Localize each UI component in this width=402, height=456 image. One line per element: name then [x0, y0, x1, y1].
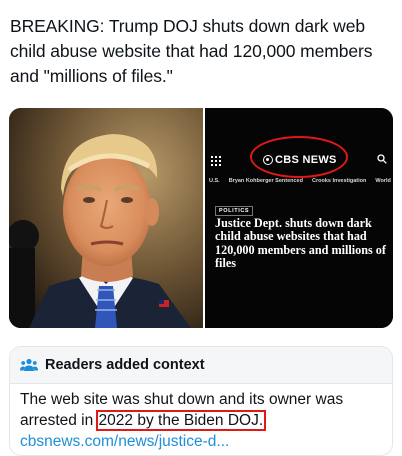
nav-item-us[interactable]: U.S. [209, 178, 220, 184]
politics-tag: POLITICS [215, 206, 254, 216]
post-text: BREAKING: Trump DOJ shuts down dark web … [10, 16, 373, 86]
community-note-card: Readers added context The web site was s… [9, 346, 393, 456]
nav-item-crooks[interactable]: Crooks Investigation [312, 178, 366, 184]
post-media[interactable]: CBS NEWS U.S. Bryan Kohberger Sentenced … [9, 108, 393, 328]
note-source-link[interactable]: cbsnews.com/news/justice-d... [20, 433, 229, 450]
community-note-header: Readers added context [10, 347, 392, 384]
cbs-news-screenshot[interactable]: CBS NEWS U.S. Bryan Kohberger Sentenced … [205, 108, 393, 328]
people-icon [20, 358, 38, 371]
community-note-body: The web site was shut down and its owner… [10, 384, 392, 452]
nav-item-world[interactable]: World [375, 178, 390, 184]
search-icon [377, 154, 387, 164]
nav-item-kohberger[interactable]: Bryan Kohberger Sentenced [229, 178, 303, 184]
red-annotation-oval [250, 136, 348, 178]
portrait-illustration [9, 108, 203, 328]
community-note-title: Readers added context [45, 357, 205, 373]
cbs-headline: Justice Dept. shuts down dark child abus… [215, 216, 386, 271]
portrait-photo[interactable] [9, 108, 203, 328]
note-highlight: 2022 by the Biden DOJ. [95, 410, 267, 431]
grid-menu-icon [211, 156, 221, 166]
cbs-nav: U.S. Bryan Kohberger Sentenced Crooks In… [209, 178, 393, 184]
